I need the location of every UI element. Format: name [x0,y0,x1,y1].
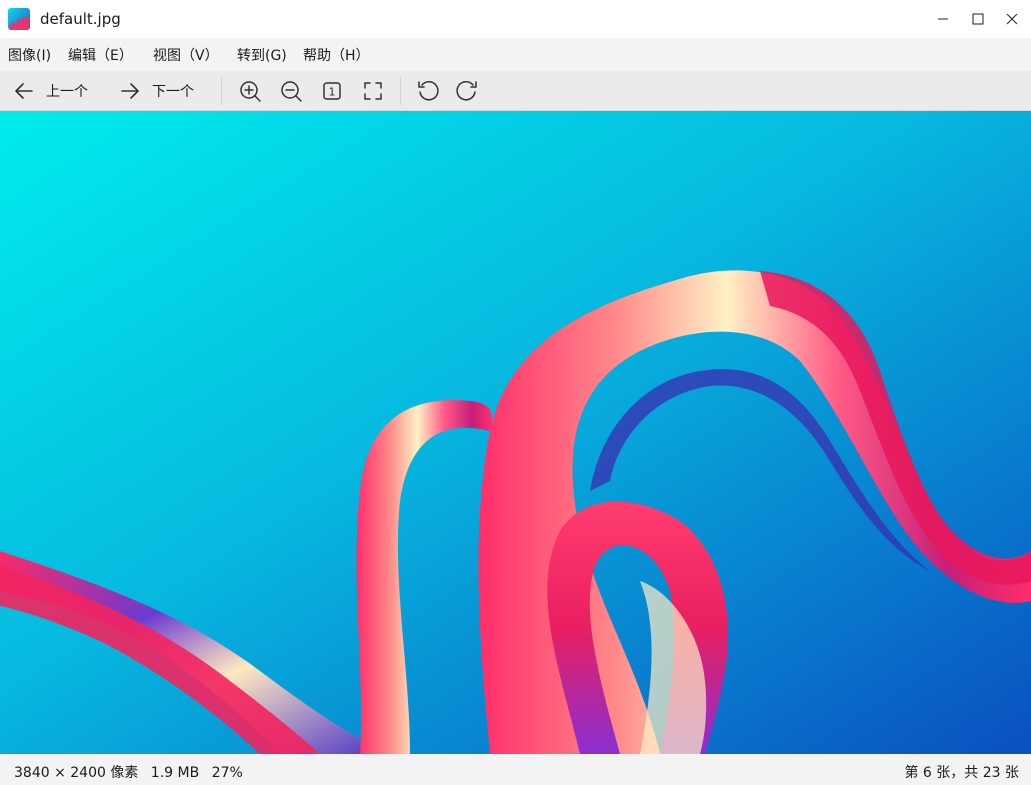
menu-goto[interactable]: 转到(G) [237,45,287,65]
previous-button[interactable]: 上一个 [12,79,88,103]
maximize-icon [972,13,984,25]
rotate-right-icon [456,81,477,101]
minimize-icon [938,18,948,20]
actual-size-icon: 1 [323,82,341,100]
next-button[interactable]: 下一个 [118,79,194,103]
close-icon [1006,13,1018,25]
actual-size-button[interactable]: 1 [320,79,344,103]
status-bar: 3840 × 2400 像素 1.9 MB 27% 第 6 张，共 23 张 [0,754,1031,785]
displayed-image [0,111,1031,754]
arrow-left-icon [15,83,33,99]
zoom-in-icon [240,81,261,102]
fit-to-window-icon [364,82,382,100]
arrow-right-icon [121,83,139,99]
rotate-right-button[interactable] [455,79,479,103]
title-bar: default.jpg [0,0,1031,38]
image-position: 第 6 张，共 23 张 [904,765,1019,781]
menu-help[interactable]: 帮助（H） [303,45,370,65]
svg-text:1: 1 [329,86,336,99]
menu-view[interactable]: 视图（V） [153,45,219,65]
file-size: 1.9 MB [150,765,200,781]
zoom-out-button[interactable] [279,79,303,103]
window-title: default.jpg [40,10,121,28]
zoom-in-button[interactable] [238,79,262,103]
image-viewer-icon [8,8,30,30]
menu-bar: 图像(I) 编辑（E） 视图（V） 转到(G) 帮助（H） [0,38,1031,71]
zoom-out-icon [281,81,302,102]
menu-image[interactable]: 图像(I) [8,45,51,65]
next-label: 下一个 [152,84,194,100]
menu-edit[interactable]: 编辑（E） [68,45,133,65]
maximize-button[interactable] [961,0,995,38]
rotate-left-icon [418,81,439,101]
close-button[interactable] [995,0,1029,38]
previous-label: 上一个 [46,84,88,100]
toolbar-separator [400,77,401,105]
image-viewport[interactable] [0,111,1031,754]
zoom-level: 27% [211,765,243,781]
minimize-button[interactable] [926,0,960,38]
rotate-left-button[interactable] [416,79,440,103]
image-dimensions: 3840 × 2400 像素 [14,765,139,781]
fit-to-window-button[interactable] [361,79,385,103]
toolbar: 上一个 下一个 1 [0,71,1031,111]
toolbar-separator [221,77,222,105]
